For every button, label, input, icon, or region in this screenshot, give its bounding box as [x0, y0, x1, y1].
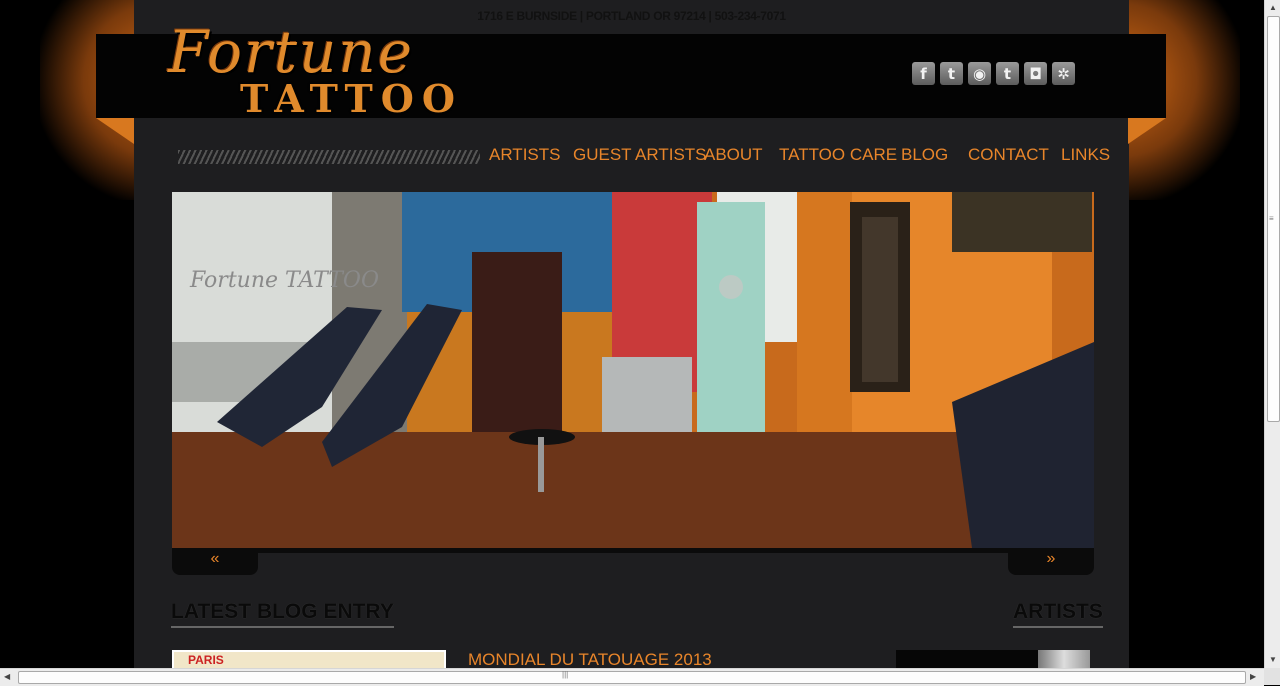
- artists-heading: ARTISTS: [1013, 600, 1103, 628]
- nav-tattoo-care[interactable]: Tattoo Care: [779, 145, 897, 167]
- nav-links[interactable]: Links: [1061, 145, 1110, 167]
- nav-contact[interactable]: Contact: [968, 145, 1049, 167]
- hero-slider-image: Fortune TATTOO: [172, 192, 1094, 548]
- blog-post-title[interactable]: Mondial du Tatouage 2013: [468, 650, 712, 670]
- scroll-down-icon[interactable]: ▼: [1269, 655, 1277, 664]
- instagram-icon[interactable]: ◘: [1024, 62, 1047, 85]
- vertical-grip-icon: ≡: [1269, 214, 1274, 223]
- blog-thumb-text: PARIS: [188, 653, 224, 667]
- facebook-icon[interactable]: f: [912, 62, 935, 85]
- scrollbar-corner: [1264, 668, 1280, 685]
- twitter-icon[interactable]: t: [996, 62, 1019, 85]
- horizontal-scrollbar[interactable]: ◀ ||| ▶: [0, 668, 1264, 686]
- slider-control-bar: [172, 548, 1094, 553]
- scroll-right-icon[interactable]: ▶: [1250, 672, 1256, 681]
- header-fold-left: [96, 118, 134, 144]
- scroll-up-icon[interactable]: ▲: [1269, 3, 1277, 12]
- header-fold-right: [1128, 118, 1166, 144]
- slider-prev-button[interactable]: «: [172, 548, 258, 575]
- horizontal-grip-icon: |||: [562, 670, 569, 679]
- yelp-icon[interactable]: ✲: [1052, 62, 1075, 85]
- latest-blog-heading: LATEST BLOG ENTRY: [171, 600, 394, 628]
- window-logo-text: Fortune TATTOO: [189, 268, 379, 293]
- vertical-scrollbar[interactable]: ▲ ≡ ▼: [1264, 0, 1280, 668]
- tumblr-icon[interactable]: t: [940, 62, 963, 85]
- nav-hatch-decoration: [178, 150, 480, 164]
- horizontal-scroll-thumb[interactable]: [18, 671, 1246, 684]
- slider-next-button[interactable]: »: [1008, 548, 1094, 575]
- artist-thumbnail-image: [1038, 650, 1090, 668]
- nav-guest-artists[interactable]: Guest Artists: [573, 145, 707, 167]
- logo-tattoo-text: TATTOO: [240, 76, 464, 121]
- social-links: f t ◉ t ◘ ✲: [912, 62, 1075, 85]
- nav-blog[interactable]: Blog: [901, 145, 948, 167]
- site-logo[interactable]: Fortune TATTOO: [168, 18, 472, 126]
- nav-artists[interactable]: Artists: [489, 145, 560, 167]
- rss-icon[interactable]: ◉: [968, 62, 991, 85]
- scroll-left-icon[interactable]: ◀: [4, 672, 10, 681]
- nav-about[interactable]: About: [704, 145, 763, 167]
- artist-thumbnail[interactable]: [896, 650, 1090, 668]
